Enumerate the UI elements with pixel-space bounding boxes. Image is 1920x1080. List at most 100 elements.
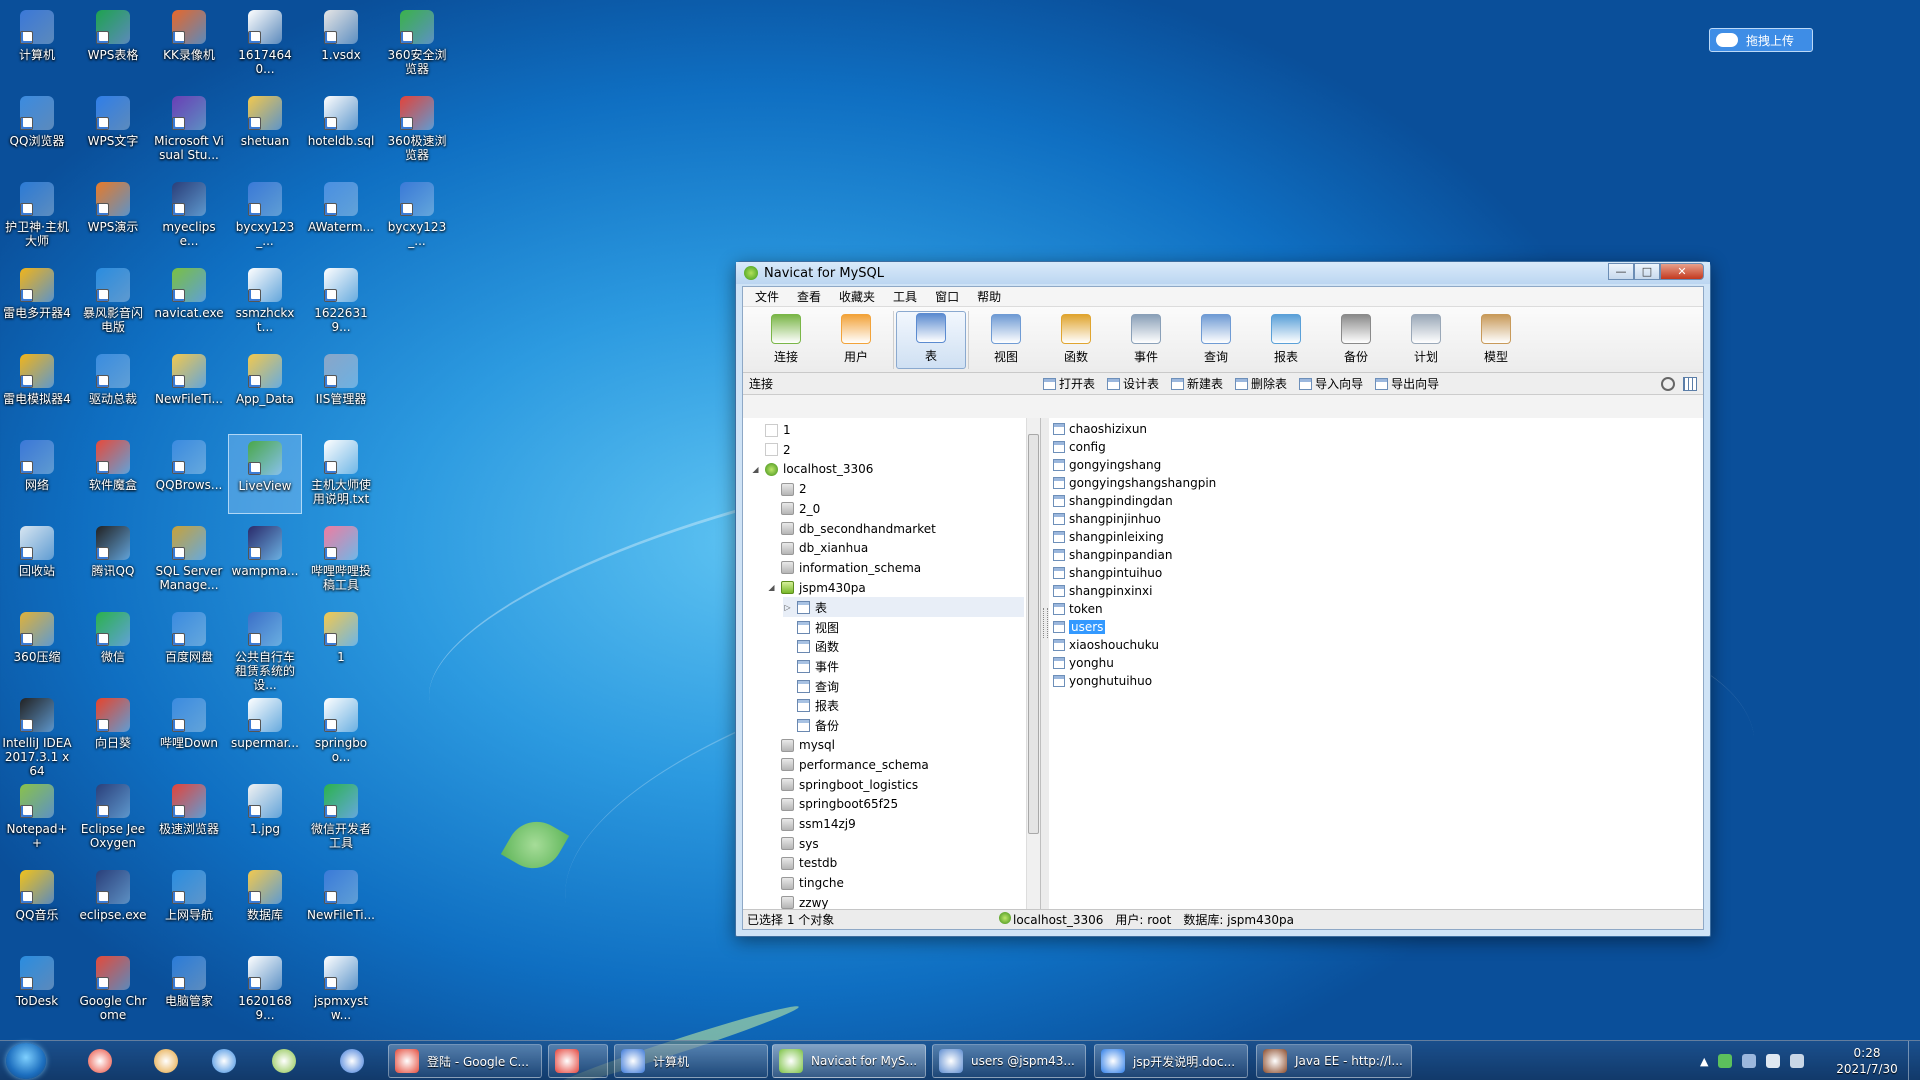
search-icon[interactable] <box>1661 376 1675 391</box>
desktop-icon[interactable]: Notepad++ <box>0 778 74 858</box>
desktop-icon[interactable]: 1 <box>304 606 378 686</box>
taskbar-item[interactable]: Navicat for MyS... <box>772 1044 926 1078</box>
desktop-icon[interactable]: 腾讯QQ <box>76 520 150 600</box>
desktop-icon[interactable]: hoteldb.sql <box>304 90 378 170</box>
menu-item[interactable]: 帮助 <box>971 288 1013 305</box>
tree-item[interactable]: springboot_logistics <box>767 775 1024 795</box>
table-row[interactable]: users <box>1053 618 1106 636</box>
object-action-button[interactable]: 导出向导 <box>1375 375 1439 392</box>
desktop-icon[interactable]: QQ音乐 <box>0 864 74 944</box>
desktop-icon[interactable]: 360安全浏览器 <box>380 4 454 84</box>
tree-item[interactable]: ◢ jspm430pa <box>767 578 1024 598</box>
desktop-icon[interactable]: ToDesk <box>0 950 74 1030</box>
desktop-icon[interactable]: NewFileTi... <box>304 864 378 944</box>
menu-item[interactable]: 工具 <box>887 288 929 305</box>
desktop-icon[interactable]: IIS管理器 <box>304 348 378 428</box>
chrome-button[interactable] <box>146 1045 186 1077</box>
toolbar-button[interactable]: 报表 <box>1251 311 1321 369</box>
desktop-icon[interactable]: eclipse.exe <box>76 864 150 944</box>
scrollbar-thumb[interactable] <box>1028 434 1039 834</box>
tree-item[interactable]: 2 <box>751 440 1024 460</box>
toolbar-button[interactable]: 计划 <box>1391 311 1461 369</box>
desktop-icon[interactable]: 360压缩 <box>0 606 74 686</box>
tree-item[interactable]: db_xianhua <box>767 538 1024 558</box>
table-row[interactable]: yonghutuihuo <box>1053 672 1152 690</box>
taskbar-item[interactable]: 计算机 <box>614 1044 768 1078</box>
menu-item[interactable]: 文件 <box>749 288 791 305</box>
tree-item[interactable]: sys <box>767 834 1024 854</box>
table-row[interactable]: shangpinpandian <box>1053 546 1172 564</box>
toolbar-button[interactable]: 备份 <box>1321 311 1391 369</box>
taskbar-item[interactable]: jsp开发说明.doc... <box>1094 1044 1248 1078</box>
desktop-icon[interactable]: QQ浏览器 <box>0 90 74 170</box>
pane-splitter[interactable] <box>1041 418 1049 909</box>
desktop-icon[interactable]: 哔哩Down <box>152 692 226 772</box>
menu-item[interactable]: 窗口 <box>929 288 971 305</box>
desktop-icon[interactable]: 16226319... <box>304 262 378 342</box>
start-button[interactable] <box>6 1043 46 1079</box>
desktop-icon[interactable]: 向日葵 <box>76 692 150 772</box>
taskbar-item[interactable]: Java EE - http://l... <box>1256 1044 1412 1078</box>
desktop-icon[interactable]: WPS文字 <box>76 90 150 170</box>
control-panel-button[interactable] <box>332 1045 372 1077</box>
desktop-icon[interactable]: 计算机 <box>0 4 74 84</box>
taskbar-item[interactable]: users @jspm43... <box>932 1044 1086 1078</box>
table-row[interactable]: shangpinxinxi <box>1053 582 1152 600</box>
tree-item[interactable]: 查询 <box>783 676 1024 696</box>
desktop-icon[interactable]: bycxy123_... <box>228 176 302 256</box>
tree-scrollbar[interactable] <box>1026 418 1040 909</box>
tree-toggle-icon[interactable]: ▷ <box>783 603 792 612</box>
desktop-icon[interactable]: NewFileTi... <box>152 348 226 428</box>
clock[interactable]: 0:28 2021/7/30 <box>1832 1045 1902 1077</box>
tree-item[interactable]: 函数 <box>783 637 1024 657</box>
desktop-icon[interactable]: 回收站 <box>0 520 74 600</box>
desktop-icon[interactable]: 电脑管家 <box>152 950 226 1030</box>
tree-item[interactable]: 1 <box>751 420 1024 440</box>
tray-volume-icon[interactable] <box>1766 1054 1781 1068</box>
tray-app-icon[interactable] <box>1718 1054 1733 1068</box>
menu-item[interactable]: 查看 <box>791 288 833 305</box>
toolbar-button[interactable]: 查询 <box>1181 311 1251 369</box>
minimize-button[interactable]: — <box>1608 263 1634 280</box>
tree-item[interactable]: db_secondhandmarket <box>767 519 1024 539</box>
desktop-icon[interactable]: 雷电多开器4 <box>0 262 74 342</box>
desktop-icon[interactable]: 网络 <box>0 434 74 514</box>
table-row[interactable]: chaoshizixun <box>1053 420 1147 438</box>
desktop-icon[interactable]: jspmxystw... <box>304 950 378 1030</box>
maximize-button[interactable]: □ <box>1634 263 1660 280</box>
toolbar-button[interactable]: 函数 <box>1041 311 1111 369</box>
desktop-icon[interactable]: Microsoft Visual Stu... <box>152 90 226 170</box>
object-action-button[interactable]: 新建表 <box>1171 375 1223 392</box>
tree-toggle-icon[interactable]: ◢ <box>751 465 760 474</box>
desktop-icon[interactable]: supermar... <box>228 692 302 772</box>
desktop-icon[interactable]: 主机大师使用说明.txt <box>304 434 378 514</box>
tree-item[interactable]: 事件 <box>783 656 1024 676</box>
table-row[interactable]: gongyingshangshangpin <box>1053 474 1216 492</box>
desktop-icon[interactable]: 1.jpg <box>228 778 302 858</box>
table-row[interactable]: shangpinleixing <box>1053 528 1164 546</box>
desktop-icon[interactable]: AWaterm... <box>304 176 378 256</box>
desktop-icon[interactable]: LiveView <box>228 434 302 514</box>
tree-item[interactable]: ▷ 表 <box>783 597 1024 618</box>
desktop-icon[interactable]: QQBrows... <box>152 434 226 514</box>
toolbar-button[interactable]: 用户 <box>821 311 891 369</box>
toolbar-button[interactable]: 事件 <box>1111 311 1181 369</box>
tree-item[interactable]: performance_schema <box>767 755 1024 775</box>
desktop-icon[interactable]: KK录像机 <box>152 4 226 84</box>
tree-toggle-icon[interactable]: ◢ <box>767 583 776 592</box>
toolbar-button[interactable]: 模型 <box>1461 311 1531 369</box>
object-action-button[interactable]: 删除表 <box>1235 375 1287 392</box>
taskbar-item[interactable] <box>548 1044 608 1078</box>
desktop-icon[interactable]: 16201689... <box>228 950 302 1030</box>
tree-item[interactable]: 2_0 <box>767 499 1024 519</box>
window-titlebar[interactable]: Navicat for MySQL — □ ✕ <box>736 262 1710 284</box>
table-row[interactable]: token <box>1053 600 1103 618</box>
desktop-icon[interactable]: IntelliJ IDEA 2017.3.1 x64 <box>0 692 74 778</box>
desktop-icon[interactable]: 暴风影音闪电版 <box>76 262 150 342</box>
table-row[interactable]: config <box>1053 438 1106 456</box>
object-action-button[interactable]: 导入向导 <box>1299 375 1363 392</box>
table-row[interactable]: shangpindingdan <box>1053 492 1173 510</box>
tray-expand-icon[interactable]: ▲ <box>1700 1055 1708 1068</box>
desktop-icon[interactable]: WPS演示 <box>76 176 150 256</box>
desktop-icon[interactable]: navicat.exe <box>152 262 226 342</box>
